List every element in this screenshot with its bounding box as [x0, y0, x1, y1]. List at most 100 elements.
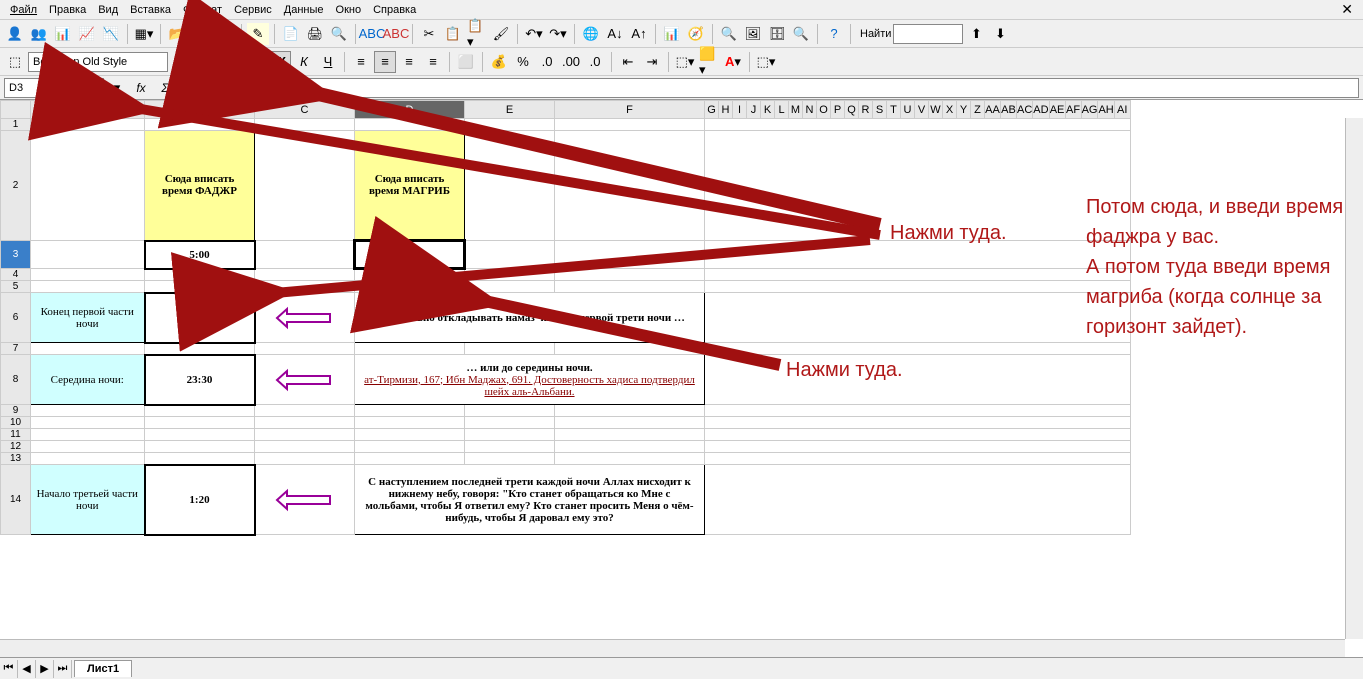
- paste-icon[interactable]: 📋▾: [466, 23, 488, 45]
- vertical-scrollbar[interactable]: [1345, 118, 1363, 639]
- navigator-icon[interactable]: 🧭: [685, 23, 707, 45]
- spellcheck-icon[interactable]: ABC: [361, 23, 383, 45]
- edit-icon[interactable]: ✎: [247, 23, 269, 45]
- font-dropdown-icon[interactable]: ▾: [170, 51, 192, 73]
- undo-icon[interactable]: ↶▾: [523, 23, 545, 45]
- menu-edit[interactable]: Правка: [43, 2, 92, 18]
- cell-b6[interactable]: 21:40: [145, 293, 255, 343]
- chart3-icon[interactable]: 📉: [100, 23, 122, 45]
- fontcolor-icon[interactable]: A▾: [722, 51, 744, 73]
- menu-help[interactable]: Справка: [367, 2, 422, 18]
- open-icon[interactable]: 📂: [166, 23, 188, 45]
- number-format-icon[interactable]: .0: [536, 51, 558, 73]
- cell-f14[interactable]: С наступлением последней трети каждой но…: [355, 465, 705, 535]
- menu-file[interactable]: Файл: [4, 2, 43, 18]
- preview-icon[interactable]: 🔍: [328, 23, 350, 45]
- zoom-icon[interactable]: 🔍: [790, 23, 812, 45]
- decrease-indent-icon[interactable]: ⇤: [617, 51, 639, 73]
- cell-f8[interactable]: … или до середины ночи.ат-Тирмизи, 167; …: [355, 355, 705, 405]
- currency-icon[interactable]: 💰: [488, 51, 510, 73]
- percent-icon[interactable]: %: [512, 51, 534, 73]
- grid[interactable]: A B C D E F G H I J K L M N O P Q R S T …: [0, 100, 1131, 536]
- hyperlink-icon[interactable]: 🌐: [580, 23, 602, 45]
- cell-f6[interactable]: Желательно откладывать намаз 'иша до пер…: [355, 293, 705, 343]
- chart2-icon[interactable]: 📈: [76, 23, 98, 45]
- chart-icon[interactable]: 📊: [52, 23, 74, 45]
- styles-icon[interactable]: ⬚: [4, 51, 26, 73]
- menu-window[interactable]: Окно: [330, 2, 368, 18]
- find-next-icon[interactable]: ⬇: [989, 23, 1011, 45]
- format-paintbrush-icon[interactable]: 🖌: [490, 23, 512, 45]
- arrow-icon: [255, 293, 355, 343]
- sort-desc-icon[interactable]: A↑: [628, 23, 650, 45]
- save-icon[interactable]: 💾: [190, 23, 212, 45]
- redo-icon[interactable]: ↷▾: [547, 23, 569, 45]
- bgcolor-icon[interactable]: 🟨▾: [698, 51, 720, 73]
- menu-tools[interactable]: Сервис: [228, 2, 278, 18]
- sum-icon[interactable]: Σ: [154, 78, 176, 98]
- align-right-icon[interactable]: ≡: [398, 51, 420, 73]
- menu-insert[interactable]: Вставка: [124, 2, 177, 18]
- remove-decimal-icon[interactable]: .0: [584, 51, 606, 73]
- autocheck-icon[interactable]: ABC: [385, 23, 407, 45]
- print-icon[interactable]: 🖨: [304, 23, 326, 45]
- tab-prev-icon[interactable]: ◀: [18, 660, 36, 678]
- copy-icon[interactable]: 📋: [442, 23, 464, 45]
- increase-indent-icon[interactable]: ⇥: [641, 51, 663, 73]
- cell-a8[interactable]: Середина ночи:: [31, 355, 145, 405]
- equals-icon[interactable]: =: [178, 78, 200, 98]
- italic-button[interactable]: К: [293, 51, 315, 73]
- chart-insert-icon[interactable]: 📊: [661, 23, 683, 45]
- cell-d3[interactable]: 18:00: [355, 241, 465, 269]
- cell-b3[interactable]: 5:00: [145, 241, 255, 269]
- gallery-icon[interactable]: 🖼: [742, 23, 764, 45]
- font-name-input[interactable]: [28, 52, 168, 72]
- annotation-text-1: Нажми туда.: [890, 218, 1007, 248]
- export-pdf-icon[interactable]: 📄: [280, 23, 302, 45]
- sheet-tab-1[interactable]: Лист1: [74, 660, 132, 677]
- cell-b2[interactable]: Сюда вписать время ФАДЖР: [145, 131, 255, 241]
- formula-bar: ▾ fx Σ =: [0, 76, 1363, 100]
- cell-b8[interactable]: 23:30: [145, 355, 255, 405]
- table-icon[interactable]: ▦▾: [133, 23, 155, 45]
- merge-cells-icon[interactable]: ⬜: [455, 51, 477, 73]
- cut-icon[interactable]: ✂: [418, 23, 440, 45]
- tab-last-icon[interactable]: ⏭: [54, 660, 72, 678]
- close-icon[interactable]: ✕: [1335, 0, 1359, 20]
- menu-view[interactable]: Вид: [92, 2, 124, 18]
- insert-images-icon[interactable]: 👥: [28, 23, 50, 45]
- tab-first-icon[interactable]: ⏮: [0, 660, 18, 678]
- datasource-icon[interactable]: 🗄: [766, 23, 788, 45]
- horizontal-scrollbar[interactable]: [0, 639, 1345, 657]
- align-left-icon[interactable]: ≡: [350, 51, 372, 73]
- align-center-icon[interactable]: ≡: [374, 51, 396, 73]
- bold-button[interactable]: Ж: [269, 51, 291, 73]
- find-input[interactable]: [893, 24, 963, 44]
- cellref-dropdown-icon[interactable]: ▾: [106, 77, 128, 99]
- underline-button[interactable]: Ч: [317, 51, 339, 73]
- cell-b14[interactable]: 1:20: [145, 465, 255, 535]
- tab-next-icon[interactable]: ▶: [36, 660, 54, 678]
- menu-format[interactable]: Формат: [177, 2, 228, 18]
- align-justify-icon[interactable]: ≡: [422, 51, 444, 73]
- borders-icon[interactable]: ⬚▾: [674, 51, 696, 73]
- menu-bar: Файл Правка Вид Вставка Формат Сервис Да…: [0, 0, 1363, 20]
- size-dropdown-icon[interactable]: ▾: [236, 51, 258, 73]
- format-toolbar: ⬚ ▾ ▾ Ж К Ч ≡ ≡ ≡ ≡ ⬜ 💰 % .0 .00 .0 ⇤ ⇥ …: [0, 48, 1363, 76]
- find-icon[interactable]: 🔍: [718, 23, 740, 45]
- save-as-icon[interactable]: 📋: [214, 23, 236, 45]
- cell-a14[interactable]: Начало третьей части ночи: [31, 465, 145, 535]
- cell-reference-input[interactable]: [4, 78, 104, 98]
- menu-data[interactable]: Данные: [278, 2, 330, 18]
- find-prev-icon[interactable]: ⬆: [965, 23, 987, 45]
- help-icon[interactable]: ?: [823, 23, 845, 45]
- extra-icon[interactable]: ⬚▾: [755, 51, 777, 73]
- function-wizard-icon[interactable]: fx: [130, 78, 152, 98]
- font-size-input[interactable]: [194, 52, 234, 72]
- cell-d2[interactable]: Сюда вписать время МАГРИБ: [355, 131, 465, 241]
- sort-asc-icon[interactable]: A↓: [604, 23, 626, 45]
- formula-input[interactable]: [202, 78, 1359, 98]
- cell-a6[interactable]: Конец первой части ночи: [31, 293, 145, 343]
- add-decimal-icon[interactable]: .00: [560, 51, 582, 73]
- insert-image-icon[interactable]: 👤: [4, 23, 26, 45]
